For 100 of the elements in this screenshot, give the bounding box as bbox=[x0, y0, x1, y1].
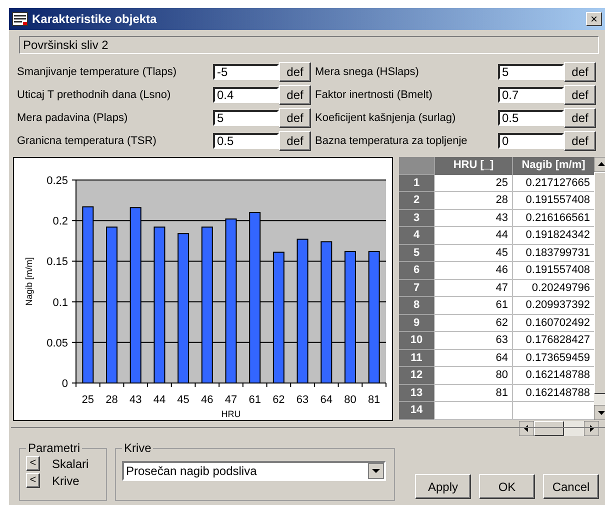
x-tick-label: 43 bbox=[130, 394, 142, 406]
row-number[interactable]: 6 bbox=[399, 262, 434, 280]
scroll-down-icon[interactable] bbox=[594, 404, 605, 420]
y-tick-label: 0.1 bbox=[52, 296, 68, 309]
y-tick-label: 0.2 bbox=[52, 216, 68, 228]
parameter-label: Granicna temperatura (TSR) bbox=[17, 135, 158, 147]
parameter-label: Koeficijent kašnjenja (surlag) bbox=[315, 112, 457, 124]
table-cell: 80 bbox=[434, 367, 512, 384]
row-number[interactable]: 14 bbox=[399, 402, 434, 420]
default-button[interactable]: def bbox=[564, 62, 596, 82]
table-cell: 0.176828427 bbox=[512, 332, 594, 350]
row-number[interactable]: 9 bbox=[399, 314, 434, 332]
x-tick-label: 25 bbox=[82, 394, 94, 406]
table-cell: 43 bbox=[434, 210, 512, 227]
vertical-scrollbar[interactable] bbox=[594, 157, 605, 420]
table-cell: 0.160702492 bbox=[512, 314, 594, 332]
y-tick-label: 0.05 bbox=[46, 337, 68, 350]
table-cell: 0.191557408 bbox=[512, 192, 594, 210]
parameter-input[interactable]: 0.7 bbox=[498, 87, 564, 103]
parameter-label: Smanjivanje temperature (Tlaps) bbox=[17, 66, 178, 78]
parameter-label: Bazna temperatura za topljenje bbox=[315, 135, 468, 147]
table-cell: 0.173659459 bbox=[512, 350, 594, 367]
table-cell: 0.191824342 bbox=[512, 227, 594, 244]
table-cell: 62 bbox=[434, 314, 512, 332]
navigation-label: Skalari bbox=[52, 456, 89, 470]
row-number[interactable]: 10 bbox=[399, 332, 434, 350]
dialog-button[interactable]: OK bbox=[479, 474, 535, 499]
default-button[interactable]: def bbox=[279, 131, 311, 151]
x-tick-label: 45 bbox=[177, 394, 190, 406]
window-icon bbox=[12, 12, 28, 26]
x-tick-label: 62 bbox=[272, 394, 285, 406]
table-cell: 0.183799731 bbox=[512, 244, 594, 262]
x-tick-label: 28 bbox=[106, 394, 118, 406]
column-header[interactable]: HRU [_] bbox=[434, 157, 512, 174]
navigate-button[interactable]: < bbox=[26, 456, 40, 471]
table-cell: 0.20249796 bbox=[512, 280, 594, 297]
table-cell: 0.216166561 bbox=[512, 210, 594, 227]
table-cell: 0.162148788 bbox=[512, 384, 594, 402]
table-cell: 0.217127665 bbox=[512, 174, 594, 192]
parameter-input[interactable]: 0.5 bbox=[213, 133, 279, 149]
object-name-field: Površinski sliv 2 bbox=[19, 36, 599, 54]
scroll-left-icon[interactable] bbox=[519, 420, 534, 436]
row-number[interactable]: 12 bbox=[399, 367, 434, 384]
default-button[interactable]: def bbox=[279, 85, 311, 105]
row-number[interactable]: 3 bbox=[399, 210, 434, 227]
row-number[interactable]: 5 bbox=[399, 244, 434, 262]
table-cell: 61 bbox=[434, 297, 512, 314]
table-cell: 47 bbox=[434, 280, 512, 297]
default-button[interactable]: def bbox=[564, 131, 596, 151]
parameter-input[interactable]: 5 bbox=[498, 64, 564, 80]
table-cell: 0.209937392 bbox=[512, 297, 594, 314]
close-button[interactable]: × bbox=[586, 12, 602, 26]
row-number[interactable]: 1 bbox=[399, 174, 434, 192]
parameter-label: Faktor inertnosti (Bmelt) bbox=[315, 89, 434, 101]
parameter-input[interactable]: 5 bbox=[213, 110, 279, 126]
x-axis-title: HRU bbox=[221, 409, 241, 419]
y-tick-label: 0.15 bbox=[46, 256, 68, 268]
dialog-button[interactable]: Cancel bbox=[543, 474, 599, 499]
parameter-input[interactable]: 0.5 bbox=[498, 110, 564, 126]
table-cell: 46 bbox=[434, 262, 512, 280]
column-header[interactable]: Nagib [m/m] bbox=[512, 157, 594, 174]
scroll-up-icon[interactable] bbox=[594, 157, 605, 172]
curve-dropdown[interactable]: Prosečan nagib podsliva bbox=[122, 461, 386, 481]
y-tick-label: 0.25 bbox=[46, 175, 68, 187]
x-tick-label: 47 bbox=[224, 394, 238, 406]
navigation-label: Krive bbox=[52, 474, 80, 488]
table-cell: 81 bbox=[434, 384, 512, 402]
parameter-label: Mera padavina (Plaps) bbox=[17, 112, 129, 124]
table-cell: 44 bbox=[434, 227, 512, 244]
row-number[interactable]: 2 bbox=[399, 192, 434, 210]
x-tick-label: 61 bbox=[248, 394, 261, 406]
default-button[interactable]: def bbox=[564, 108, 596, 128]
window-title: Karakteristike objekta bbox=[32, 12, 158, 26]
x-tick-label: 81 bbox=[368, 394, 380, 406]
group-label: Krive bbox=[123, 441, 152, 455]
navigate-button[interactable]: < bbox=[26, 473, 40, 488]
x-tick-label: 63 bbox=[296, 394, 309, 406]
parameter-input[interactable]: 0.4 bbox=[213, 87, 279, 103]
row-number[interactable]: 11 bbox=[399, 350, 434, 367]
x-tick-label: 80 bbox=[344, 394, 356, 406]
row-number[interactable]: 13 bbox=[399, 384, 434, 402]
table-cell: 64 bbox=[434, 350, 512, 367]
scroll-right-icon[interactable] bbox=[584, 420, 599, 436]
table-cell: 25 bbox=[434, 174, 512, 192]
parameter-input[interactable]: -5 bbox=[213, 64, 279, 80]
dialog-button[interactable]: Apply bbox=[415, 474, 471, 499]
row-number[interactable]: 8 bbox=[399, 297, 434, 314]
row-number[interactable]: 4 bbox=[399, 227, 434, 244]
x-tick-label: 44 bbox=[153, 394, 166, 406]
default-button[interactable]: def bbox=[279, 62, 311, 82]
default-button[interactable]: def bbox=[279, 108, 311, 128]
y-tick-label: 0 bbox=[62, 378, 68, 390]
row-number[interactable]: 7 bbox=[399, 280, 434, 297]
table-cell: 0.191557408 bbox=[512, 262, 594, 280]
parameter-label: Uticaj T prethodnih dana (Lsno) bbox=[17, 89, 172, 101]
default-button[interactable]: def bbox=[564, 85, 596, 105]
x-tick-label: 46 bbox=[201, 394, 214, 406]
y-axis-title: Nagib [m/m] bbox=[24, 257, 34, 306]
x-tick-label: 64 bbox=[320, 394, 332, 406]
parameter-input[interactable]: 0 bbox=[498, 133, 564, 149]
